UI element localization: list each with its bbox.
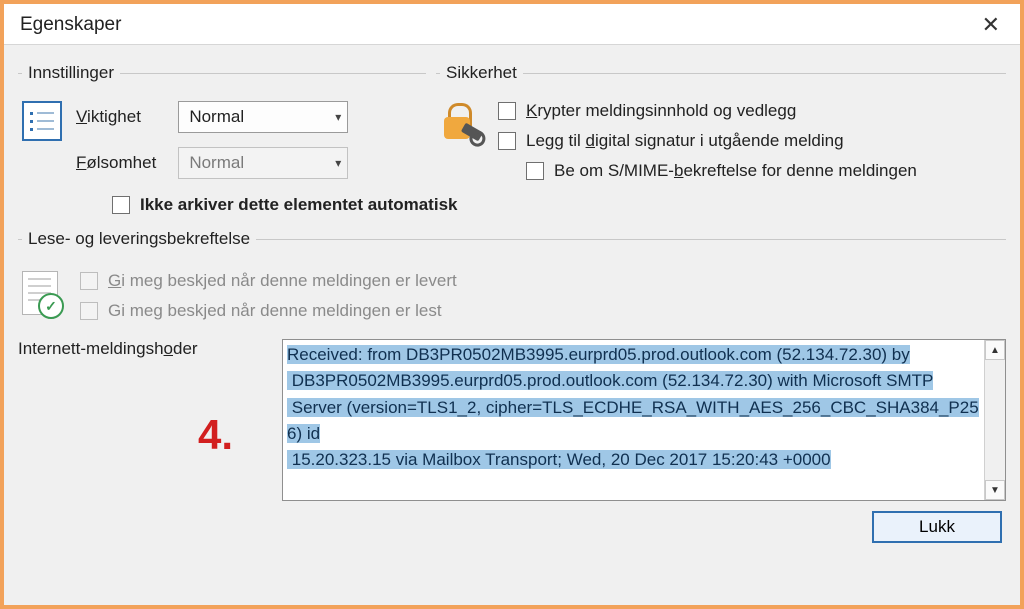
settings-legend: Innstillinger	[22, 63, 120, 83]
receipts-group: Lese- og leveringsbekreftelse ✓ Gi meg b…	[18, 229, 1006, 323]
chevron-down-icon: ▾	[335, 110, 341, 124]
security-group: Sikkerhet Krypter meldingsinnhold og ved…	[436, 63, 1006, 183]
sensitivity-label: Følsomhet	[76, 153, 156, 173]
no-autoarchive-row[interactable]: Ikke arkiver dette elementet automatisk	[18, 185, 1006, 219]
dialog-body: Innstillinger Viktighet Normal ▾ Følsomh…	[4, 45, 1020, 605]
read-receipt-row: Gi meg beskjed når denne meldingen er le…	[80, 301, 457, 321]
checkbox-icon[interactable]	[498, 102, 516, 120]
scroll-up-icon[interactable]: ▲	[985, 340, 1005, 360]
internet-headers-textarea[interactable]: Received: from DB3PR0502MB3995.eurprd05.…	[282, 339, 1006, 501]
encrypt-checkbox-row[interactable]: Krypter meldingsinnhold og vedlegg	[498, 101, 917, 121]
scroll-down-icon[interactable]: ▼	[985, 480, 1005, 500]
list-icon	[22, 101, 62, 141]
checkbox-icon	[80, 272, 98, 290]
importance-select[interactable]: Normal ▾	[178, 101, 348, 133]
receipts-legend: Lese- og leveringsbekreftelse	[22, 229, 256, 249]
receipt-icon: ✓	[22, 271, 62, 317]
importance-label: Viktighet	[76, 107, 156, 127]
internet-headers-row: Internett-meldingshoder 4. Received: fro…	[18, 325, 1006, 501]
delivery-receipt-row: Gi meg beskjed når denne meldingen er le…	[80, 271, 457, 291]
checkbox-icon[interactable]	[526, 162, 544, 180]
settings-group: Innstillinger Viktighet Normal ▾ Følsomh…	[18, 63, 426, 183]
smime-checkbox-row[interactable]: Be om S/MIME-bekreftelse for denne meldi…	[498, 161, 917, 181]
chevron-down-icon: ▾	[335, 156, 341, 170]
lock-icon	[440, 101, 482, 143]
titlebar: Egenskaper ✕	[4, 4, 1020, 45]
close-button[interactable]: Lukk	[872, 511, 1002, 543]
close-icon[interactable]: ✕	[972, 10, 1010, 40]
checkbox-icon	[80, 302, 98, 320]
scrollbar[interactable]: ▲ ▼	[984, 340, 1005, 500]
properties-dialog: Egenskaper ✕ Innstillinger Viktighet Nor…	[0, 0, 1024, 609]
checkbox-icon[interactable]	[112, 196, 130, 214]
checkbox-icon[interactable]	[498, 132, 516, 150]
security-legend: Sikkerhet	[440, 63, 523, 83]
window-title: Egenskaper	[20, 14, 121, 36]
read-receipt-label: Gi meg beskjed når denne meldingen er le…	[108, 301, 442, 321]
no-autoarchive-label: Ikke arkiver dette elementet automatisk	[140, 195, 457, 215]
sensitivity-select: Normal ▾	[178, 147, 348, 179]
internet-headers-label: Internett-meldingshoder	[18, 339, 268, 359]
sign-checkbox-row[interactable]: Legg til digital signatur i utgående mel…	[498, 131, 917, 151]
dialog-footer: Lukk	[18, 503, 1006, 543]
internet-headers-text[interactable]: Received: from DB3PR0502MB3995.eurprd05.…	[287, 345, 979, 469]
annotation-step-number: 4.	[198, 411, 233, 459]
